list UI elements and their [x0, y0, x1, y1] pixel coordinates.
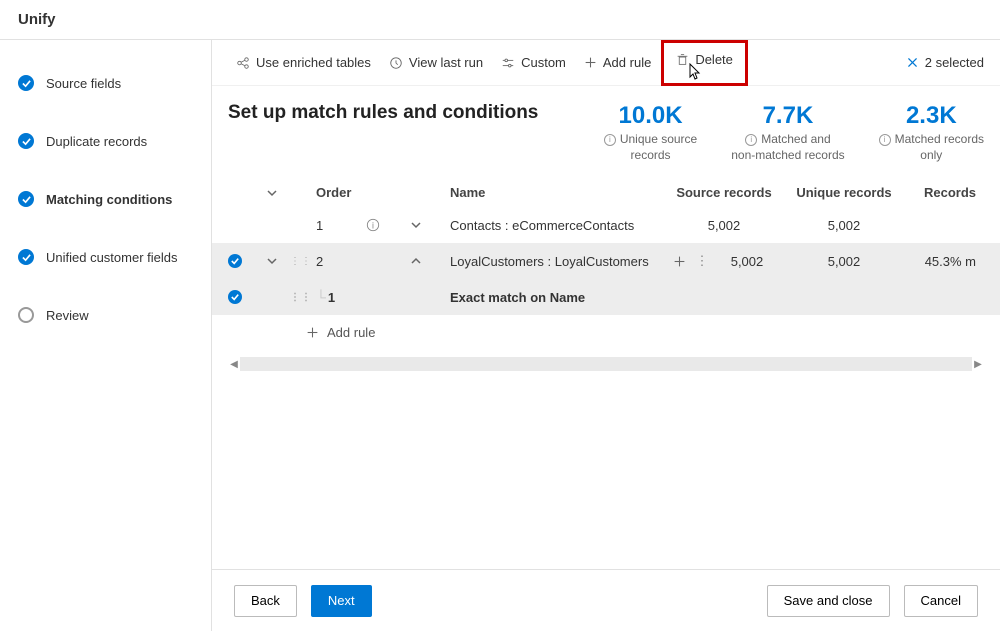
check-icon	[18, 249, 34, 265]
check-icon	[18, 133, 34, 149]
info-icon[interactable]: i	[360, 218, 386, 232]
step-label: Review	[46, 308, 89, 323]
stats-row: 10.0K iUnique sourcerecords 7.7K iMatche…	[604, 102, 984, 163]
circle-icon	[18, 307, 34, 323]
col-records[interactable]: Records	[904, 185, 984, 200]
step-label: Unified customer fields	[46, 250, 178, 265]
chevron-down-icon[interactable]	[386, 219, 446, 231]
plus-icon[interactable]	[664, 251, 694, 271]
delete-highlight-box: Delete	[661, 40, 748, 86]
step-duplicate-records[interactable]: Duplicate records	[0, 126, 211, 156]
check-icon	[18, 191, 34, 207]
info-icon[interactable]: i	[879, 134, 891, 146]
svg-text:i: i	[372, 221, 374, 231]
more-icon[interactable]: ⋮	[694, 253, 710, 269]
checked-icon[interactable]	[228, 254, 242, 268]
cancel-button[interactable]: Cancel	[904, 585, 978, 617]
wizard-sidebar: Source fields Duplicate records Matching…	[0, 40, 212, 631]
step-source-fields[interactable]: Source fields	[0, 68, 211, 98]
step-matching-conditions[interactable]: Matching conditions	[0, 184, 211, 214]
stat-matched-only: 2.3K iMatched recordsonly	[879, 102, 984, 163]
x-icon	[906, 56, 919, 69]
sliders-icon	[501, 56, 515, 70]
plus-icon	[584, 56, 597, 69]
step-label: Matching conditions	[46, 192, 172, 207]
table-row[interactable]: ⋮⋮ 2 LoyalCustomers : LoyalCustomers ⋮ 5…	[212, 243, 1000, 279]
match-table: Order Name Source records Unique records…	[212, 179, 1000, 372]
share-icon	[236, 56, 250, 70]
custom-button[interactable]: Custom	[493, 49, 574, 76]
col-order[interactable]: Order	[310, 185, 360, 200]
plus-icon	[306, 326, 319, 339]
step-label: Duplicate records	[46, 134, 147, 149]
chevron-down-icon[interactable]	[254, 255, 290, 267]
table-subrow[interactable]: ⋮⋮ └1 Exact match on Name	[212, 279, 1000, 315]
enriched-tables-button[interactable]: Use enriched tables	[228, 49, 379, 76]
back-button[interactable]: Back	[234, 585, 297, 617]
table-row[interactable]: 1 i Contacts : eCommerceContacts 5,002 5…	[212, 207, 1000, 243]
next-button[interactable]: Next	[311, 585, 372, 617]
col-unique[interactable]: Unique records	[784, 185, 904, 200]
col-source[interactable]: Source records	[664, 185, 784, 200]
horizontal-scrollbar[interactable]: ◀ ▶	[228, 356, 984, 372]
scroll-right-icon[interactable]: ▶	[972, 357, 984, 371]
wizard-footer: Back Next Save and close Cancel	[212, 569, 1000, 631]
delete-button[interactable]: Delete	[668, 46, 741, 73]
tree-line-icon: └	[316, 289, 326, 305]
info-icon[interactable]: i	[745, 134, 757, 146]
chevron-up-icon[interactable]	[386, 255, 446, 267]
cursor-icon	[686, 63, 702, 83]
checked-icon[interactable]	[228, 290, 242, 304]
stat-matched-nonmatched: 7.7K iMatched andnon-matched records	[731, 102, 844, 163]
add-rule-link[interactable]: Add rule	[212, 315, 1000, 350]
col-name[interactable]: Name	[446, 185, 664, 200]
step-unified-fields[interactable]: Unified customer fields	[0, 242, 211, 272]
toolbar: Use enriched tables View last run Custom…	[212, 40, 1000, 86]
step-review[interactable]: Review	[0, 300, 211, 330]
app-title: Unify	[18, 11, 56, 28]
expand-all-chevron[interactable]	[254, 187, 290, 199]
scroll-left-icon[interactable]: ◀	[228, 357, 240, 371]
selection-count[interactable]: 2 selected	[906, 55, 984, 70]
save-close-button[interactable]: Save and close	[767, 585, 890, 617]
table-header: Order Name Source records Unique records…	[212, 179, 1000, 207]
history-icon	[389, 56, 403, 70]
page-title: Set up match rules and conditions	[228, 102, 604, 124]
step-label: Source fields	[46, 76, 121, 91]
info-icon[interactable]: i	[604, 134, 616, 146]
drag-handle-icon[interactable]: ⋮⋮	[290, 295, 310, 300]
stat-unique-source: 10.0K iUnique sourcerecords	[604, 102, 697, 163]
view-last-run-button[interactable]: View last run	[381, 49, 491, 76]
app-header: Unify	[0, 0, 1000, 40]
check-icon	[18, 75, 34, 91]
add-rule-button[interactable]: Add rule	[576, 49, 659, 76]
drag-handle-icon[interactable]: ⋮⋮	[290, 259, 310, 264]
